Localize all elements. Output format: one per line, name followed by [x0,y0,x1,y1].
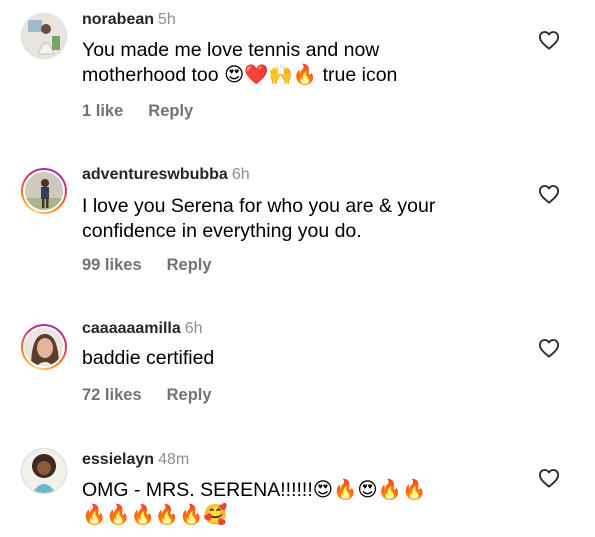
timestamp: 48m [158,451,190,468]
like-count[interactable]: 99 likes [82,256,142,274]
user-avatar-icon [22,449,66,493]
user-avatar-icon [22,14,66,58]
avatar[interactable] [21,448,67,494]
heart-outline-icon[interactable] [538,338,560,358]
comment-text-line: baddie certified [82,347,215,369]
timestamp: 5h [158,11,176,28]
comment-text-line: motherhood too 😍❤️🙌🔥 true icon [82,64,398,86]
reply-button[interactable]: Reply [167,256,212,274]
comment-text: baddie certified [82,346,522,371]
comment-text-line: 🔥🔥🔥🔥🔥🥰 [82,504,228,526]
username[interactable]: norabean [82,11,154,28]
avatar[interactable] [21,168,67,214]
heart-outline-icon[interactable] [538,468,560,488]
reply-button[interactable]: Reply [167,386,212,404]
comment-text-line: confidence in everything you do. [82,220,362,242]
like-count[interactable]: 1 like [82,102,123,120]
avatar[interactable] [21,324,67,370]
user-avatar-icon [25,172,63,210]
timestamp: 6h [231,166,250,183]
username[interactable]: caaaaaamilla [82,320,181,337]
comment-text: OMG - MRS. SERENA!!!!!!😍🔥😍🔥🔥 🔥🔥🔥🔥🔥🥰 [82,478,522,528]
heart-outline-icon[interactable] [538,30,560,50]
comment-text-line: I love you Serena for who you are & your [82,195,436,217]
username[interactable]: essielayn [82,451,154,468]
username[interactable]: adventureswbubba [82,166,228,183]
comment-text: You made me love tennis and now motherho… [82,38,522,88]
avatar[interactable] [21,13,67,59]
heart-outline-icon[interactable] [538,184,560,204]
timestamp: 6h [184,320,203,337]
reply-button[interactable]: Reply [148,102,193,120]
comment-text-line: You made me love tennis and now [82,39,380,61]
user-avatar-icon [25,328,63,366]
comment-text-line: OMG - MRS. SERENA!!!!!!😍🔥😍🔥🔥 [82,479,427,501]
like-count[interactable]: 72 likes [82,386,142,404]
comment-text: I love you Serena for who you are & your… [82,194,522,244]
